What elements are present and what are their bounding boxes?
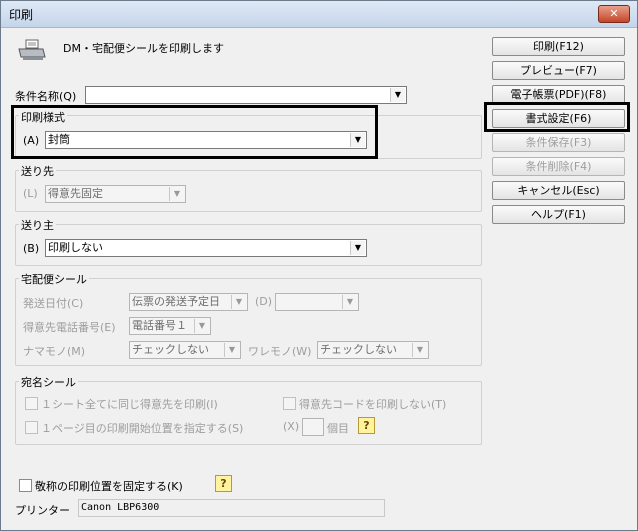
print-style-highlight-box (11, 105, 378, 159)
same-all-label: １シート全てに同じ得意先を印刷(I) (41, 398, 218, 411)
count-input[interactable] (302, 418, 324, 436)
d-label: (D) (255, 295, 273, 308)
x-label: (X) (283, 420, 300, 433)
fragile-combo[interactable]: チェックしない ▼ (317, 341, 429, 359)
title-bar: 印刷 ✕ (1, 1, 637, 28)
printer-label: プリンター (15, 504, 70, 517)
chevron-down-icon[interactable]: ▼ (224, 343, 239, 357)
print-dialog: 印刷 ✕ DM・宅配便シールを印刷します 印刷(F12) プレビュー(F7) 電… (0, 0, 638, 531)
sender-title: 送り主 (19, 217, 56, 233)
fragile-label: ワレモノ(W) (248, 345, 312, 358)
perishable-label: ナマモノ(M) (23, 345, 86, 358)
printer-icon (18, 39, 46, 60)
chevron-down-icon[interactable]: ▼ (390, 88, 405, 102)
chevron-down-icon[interactable]: ▼ (350, 241, 365, 255)
sender-combo[interactable]: 印刷しない ▼ (45, 239, 367, 257)
help-icon[interactable]: ? (215, 475, 232, 492)
preview-button[interactable]: プレビュー(F7) (492, 61, 625, 80)
ship-date-combo[interactable]: 伝票の発送予定日 ▼ (129, 293, 248, 311)
honorific-checkbox[interactable] (19, 479, 32, 492)
chevron-down-icon[interactable]: ▼ (342, 295, 357, 309)
close-button[interactable]: ✕ (598, 5, 630, 23)
count-unit: 個目 (327, 422, 349, 435)
chevron-down-icon[interactable]: ▼ (194, 319, 209, 333)
ship-date-label: 発送日付(C) (23, 297, 84, 310)
phone-label: 得意先電話番号(E) (23, 321, 116, 334)
no-code-label: 得意先コードを印刷しない(T) (299, 398, 447, 411)
perishable-combo[interactable]: チェックしない ▼ (129, 341, 241, 359)
chevron-down-icon[interactable]: ▼ (231, 295, 246, 309)
no-code-checkbox[interactable] (283, 397, 296, 410)
condition-name-combo[interactable]: ▼ (85, 86, 407, 104)
delivery-seal-title: 宅配便シール (19, 271, 89, 287)
save-condition-button[interactable]: 条件保存(F3) (492, 133, 625, 152)
destination-combo[interactable]: 得意先固定 ▼ (45, 185, 186, 203)
chevron-down-icon[interactable]: ▼ (169, 187, 184, 201)
help-icon[interactable]: ? (358, 417, 375, 434)
sender-prefix: (B) (23, 242, 40, 255)
printer-field: Canon LBP6300 (78, 499, 385, 517)
destination-title: 送り先 (19, 163, 56, 179)
address-seal-title: 宛名シール (19, 374, 78, 390)
help-button[interactable]: ヘルプ(F1) (492, 205, 625, 224)
start-pos-label: １ページ目の印刷開始位置を指定する(S) (41, 422, 244, 435)
chevron-down-icon[interactable]: ▼ (412, 343, 427, 357)
cancel-button[interactable]: キャンセル(Esc) (492, 181, 625, 200)
header-message: DM・宅配便シールを印刷します (63, 42, 224, 55)
destination-prefix: (L) (23, 187, 38, 200)
condition-label: 条件名称(Q) (15, 90, 77, 103)
d-combo[interactable]: ▼ (275, 293, 359, 311)
delete-condition-button[interactable]: 条件削除(F4) (492, 157, 625, 176)
honorific-label: 敬称の印刷位置を固定する(K) (35, 480, 183, 493)
same-all-checkbox[interactable] (25, 397, 38, 410)
start-pos-checkbox[interactable] (25, 421, 38, 434)
dialog-body: DM・宅配便シールを印刷します 印刷(F12) プレビュー(F7) 電子帳票(P… (5, 28, 633, 526)
format-highlight-box (484, 102, 630, 132)
print-button[interactable]: 印刷(F12) (492, 37, 625, 56)
phone-combo[interactable]: 電話番号１ ▼ (129, 317, 211, 335)
window-title: 印刷 (9, 8, 34, 22)
